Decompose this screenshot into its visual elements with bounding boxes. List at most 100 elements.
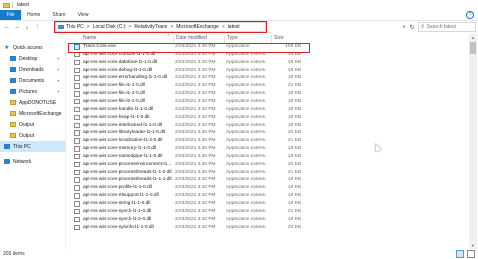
column-header-date-modified[interactable]: Date modified — [173, 35, 207, 43]
sidebar-item-output[interactable]: Output — [0, 119, 66, 130]
breadcrumb-separator-icon: > — [86, 24, 90, 30]
scroll-down-icon[interactable]: ▼ — [469, 241, 477, 249]
sidebar-item-network[interactable]: Network — [0, 156, 66, 167]
table-row[interactable]: api-ms-win-core-file-l1-1-0.dll 2/23/2021… — [67, 82, 469, 90]
table-row[interactable]: api-ms-win-core-synch-l1-1-0.dll 2/23/202… — [67, 208, 469, 216]
address-dropdown-icon[interactable]: ∨ — [400, 23, 408, 31]
table-row[interactable]: api-ms-win-core-string-l1-1-0.dll 2/23/20… — [67, 200, 469, 208]
download-icon — [10, 67, 16, 72]
pin-icon[interactable]: ✦ — [57, 78, 60, 83]
item-count: 203 items — [3, 251, 25, 257]
refresh-icon[interactable]: ↻ — [408, 23, 416, 31]
column-header-type[interactable]: Type — [224, 35, 238, 43]
column-header-size[interactable]: Size — [271, 35, 284, 43]
scroll-thumb[interactable] — [470, 42, 476, 54]
recent-locations-chevron-icon[interactable]: ∨ — [22, 22, 32, 32]
table-row[interactable]: api-ms-win-core-namedpipe-l1-1-0.dll 2/23… — [67, 153, 469, 161]
tab-file[interactable]: File — [0, 10, 21, 20]
exe-icon — [74, 44, 80, 50]
file-name: api-ms-win-core-processenvironment-l1... — [83, 161, 172, 167]
file-size: 19 KB — [287, 98, 301, 104]
table-row[interactable]: api-ms-win-core-localization-l1-2-0.dll 2… — [67, 137, 469, 145]
sidebar-item-downloads[interactable]: Downloads ✦ — [0, 64, 66, 75]
forward-arrow-icon[interactable]: → — [12, 22, 22, 32]
dll-icon — [74, 169, 80, 176]
file-size: 19 KB — [287, 122, 301, 128]
sidebar-item-microsoftexchange[interactable]: MicrosoftExchange — [0, 108, 66, 119]
pin-icon[interactable]: ✦ — [57, 89, 60, 94]
sidebar-item-output-2[interactable]: Output — [0, 130, 66, 141]
table-row[interactable]: api-ms-win-core-sysinfo-l1-1-0.dll 2/23/2… — [67, 224, 469, 232]
file-name: api-ms-win-core-interlocked-l1-1-0.dll — [83, 122, 162, 128]
table-row[interactable]: api-ms-win-core-console-l1-1-0.dll 2/23/2… — [67, 51, 469, 59]
table-row[interactable]: api-ms-win-core-file-l1-2-0.dll 2/23/2021… — [67, 90, 469, 98]
column-headers: ∧ Name Date modified Type Size — [67, 32, 469, 43]
file-size: 21 KB — [287, 169, 301, 175]
table-row[interactable]: api-ms-win-core-processenvironment-l1...… — [67, 161, 469, 169]
file-size: 21 KB — [287, 208, 301, 214]
table-row[interactable]: api-ms-win-core-errorhandling-l1-1-0.dll… — [67, 74, 469, 82]
sidebar-item-quick-access[interactable]: ★ Quick access — [0, 42, 66, 53]
back-arrow-icon[interactable]: ← — [2, 22, 12, 32]
table-row[interactable]: api-ms-win-core-heap-l1-1-0.dll 2/23/2021… — [67, 114, 469, 122]
help-icon[interactable]: ? — [466, 11, 474, 19]
file-date-modified: 2/23/2021 4:40 PM — [175, 185, 216, 191]
file-date-modified: 2/23/2021 4:40 PM — [175, 224, 216, 230]
file-size: 20 KB — [287, 161, 301, 167]
table-row[interactable]: api-ms-win-core-synch-l1-2-0.dll 2/23/202… — [67, 216, 469, 224]
tab-view[interactable]: View — [72, 10, 95, 20]
file-list: ∧ Name Date modified Type Size Trace.Cor… — [67, 32, 469, 249]
table-row[interactable]: api-ms-win-core-file-l2-1-0.dll 2/23/2021… — [67, 98, 469, 106]
column-header-name[interactable]: Name — [81, 35, 96, 43]
table-row[interactable]: api-ms-win-core-profile-l1-1-0.dll 2/23/2… — [67, 184, 469, 192]
dll-icon — [74, 201, 80, 207]
table-row[interactable]: api-ms-win-core-rtlsupport-l1-1-0.dll 2/2… — [67, 192, 469, 200]
sidebar-item-desktop[interactable]: Desktop ✦ — [0, 53, 66, 64]
table-row[interactable]: api-ms-win-core-interlocked-l1-1-0.dll 2/… — [67, 122, 469, 130]
file-date-modified: 2/23/2021 4:40 PM — [175, 130, 216, 136]
table-row[interactable]: api-ms-win-core-libraryloader-l1-1-0.dll… — [67, 129, 469, 137]
table-row[interactable]: api-ms-win-core-debug-l1-1-0.dll 2/23/202… — [67, 67, 469, 75]
sidebar-item-this-pc[interactable]: This PC — [0, 141, 66, 152]
file-type: Application extens... — [226, 67, 266, 73]
file-date-modified: 2/23/2021 4:40 PM — [175, 83, 216, 89]
file-size: 19 KB — [287, 67, 301, 73]
breadcrumb-microsoftexchange[interactable]: MicrosoftExchange — [176, 24, 219, 30]
file-size: 19 KB — [287, 59, 301, 65]
table-row[interactable]: api-ms-win-core-processthreads-l1-1-0.dl… — [67, 169, 469, 177]
file-type: Application extens... — [226, 185, 266, 191]
folder-icon — [10, 100, 16, 105]
pin-icon[interactable]: ✦ — [57, 67, 60, 72]
large-icons-view-icon[interactable] — [467, 250, 475, 258]
sidebar-item-appdonotuse[interactable]: AppDONOTUSE — [0, 97, 66, 108]
address-bar[interactable]: This PC > Local Disk (C:) > RelativityTr… — [55, 22, 266, 32]
pin-icon[interactable]: ✦ — [57, 56, 60, 61]
sidebar-item-pictures[interactable]: Pictures ✦ — [0, 86, 66, 97]
breadcrumb-latest[interactable]: latest — [228, 24, 240, 30]
table-row[interactable]: api-ms-win-core-datetime-l1-1-0.dll 2/23/… — [67, 59, 469, 67]
breadcrumb-relativitytrace[interactable]: RelativityTrace — [134, 24, 167, 30]
tab-home[interactable]: Home — [21, 10, 46, 20]
breadcrumb-local-disk[interactable]: Local Disk (C:) — [93, 24, 126, 30]
scroll-up-icon[interactable]: ▲ — [469, 33, 477, 41]
table-row[interactable]: api-ms-win-core-handle-l1-1-0.dll 2/23/20… — [67, 106, 469, 114]
table-row[interactable]: api-ms-win-core-memory-l1-1-0.dll 2/23/20… — [67, 145, 469, 153]
search-box[interactable]: ⚲ Search latest — [418, 22, 476, 32]
table-row[interactable]: Trace.Core.exe 2/23/2021 4:40 PM Applicati… — [67, 43, 469, 51]
file-date-modified: 2/23/2021 4:40 PM — [175, 122, 216, 128]
file-size: 19 KB — [287, 193, 301, 199]
table-row[interactable]: api-ms-win-core-processthreads-l1-1-1.dl… — [67, 176, 469, 184]
folder-icon — [3, 2, 10, 8]
sidebar-item-documents[interactable]: Documents ✦ — [0, 75, 66, 86]
file-size: 21 KB — [287, 138, 301, 144]
vertical-scrollbar[interactable]: ▲ ▼ — [469, 33, 477, 249]
details-view-icon[interactable] — [456, 250, 464, 258]
up-arrow-icon[interactable]: ↑ — [32, 22, 42, 32]
breadcrumb-this-pc[interactable]: This PC — [66, 24, 84, 30]
file-name: api-ms-win-core-processthreads-l1-1-1.dl… — [83, 177, 172, 183]
file-size: 20 KB — [287, 130, 301, 136]
desktop-icon — [10, 56, 16, 61]
file-date-modified: 2/23/2021 4:40 PM — [175, 201, 216, 206]
file-type: Application extens... — [226, 193, 266, 199]
tab-share[interactable]: Share — [46, 10, 71, 20]
